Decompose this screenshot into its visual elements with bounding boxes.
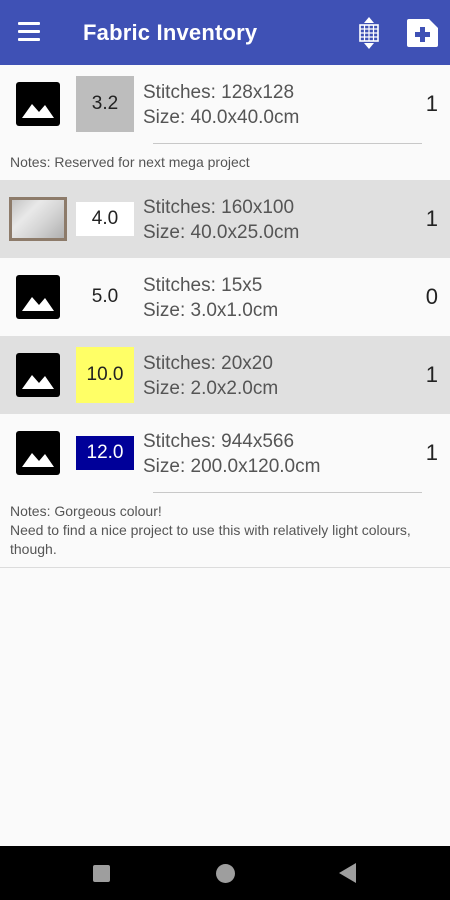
notes-text: Notes: Gorgeous colour! Need to find a n… [10,503,411,557]
quantity-value: 0 [425,284,438,309]
size-text: Size: 40.0x40.0cm [143,107,300,128]
image-placeholder-icon[interactable] [16,431,60,475]
quantity-value: 1 [425,362,438,387]
size-text: Size: 3.0x1.0cm [143,300,279,321]
fabric-photo-thumbnail[interactable] [9,197,67,241]
notes-section: Notes: Gorgeous colour! Need to find a n… [0,492,450,567]
circle-home-icon[interactable] [216,864,235,883]
fabric-row[interactable]: 12.0 Stitches: 944x566 Size: 200.0x120.0… [0,414,450,492]
page-title: Fabric Inventory [83,20,258,45]
add-item-icon[interactable] [405,18,439,48]
stitches-text: Stitches: 20x20 [143,353,273,374]
fabric-count-swatch: 10.0 [76,347,134,403]
fabric-row[interactable]: 5.0 Stitches: 15x5 Size: 3.0x1.0cm 0 [0,258,450,336]
fabric-list: 3.2 Stitches: 128x128 Size: 40.0x40.0cm … [0,65,450,568]
notes-text: Notes: Reserved for next mega project [10,154,250,170]
hamburger-menu-icon[interactable] [18,22,46,44]
size-text: Size: 40.0x25.0cm [143,222,300,243]
image-placeholder-icon[interactable] [16,275,60,319]
fabric-count-swatch: 3.2 [76,76,134,132]
size-text: Size: 200.0x120.0cm [143,456,321,477]
quantity-value: 1 [425,440,438,465]
quantity-value: 1 [425,206,438,231]
image-placeholder-icon[interactable] [16,353,60,397]
quantity-value: 1 [425,91,438,116]
fabric-row[interactable]: 4.0 Stitches: 160x100 Size: 40.0x25.0cm … [0,180,450,258]
image-placeholder-icon[interactable] [16,82,60,126]
stitches-text: Stitches: 128x128 [143,82,295,103]
notes-section: Notes: Reserved for next mega project [0,143,450,180]
system-nav-bar [0,846,450,900]
square-recents-icon[interactable] [93,865,110,882]
sort-grid-icon[interactable] [355,17,383,49]
fabric-row[interactable]: 10.0 Stitches: 20x20 Size: 2.0x2.0cm 1 [0,336,450,414]
triangle-back-icon[interactable] [339,863,356,883]
fabric-row[interactable]: 3.2 Stitches: 128x128 Size: 40.0x40.0cm … [0,65,450,143]
list-end-divider [0,567,450,568]
fabric-count-swatch: 5.0 [76,269,134,325]
app-bar: Fabric Inventory [0,0,450,65]
size-text: Size: 2.0x2.0cm [143,378,279,399]
stitches-text: Stitches: 15x5 [143,275,263,296]
stitches-text: Stitches: 160x100 [143,197,295,218]
fabric-count-swatch: 12.0 [76,436,134,470]
fabric-count-swatch: 4.0 [76,202,134,236]
stitches-text: Stitches: 944x566 [143,431,295,452]
